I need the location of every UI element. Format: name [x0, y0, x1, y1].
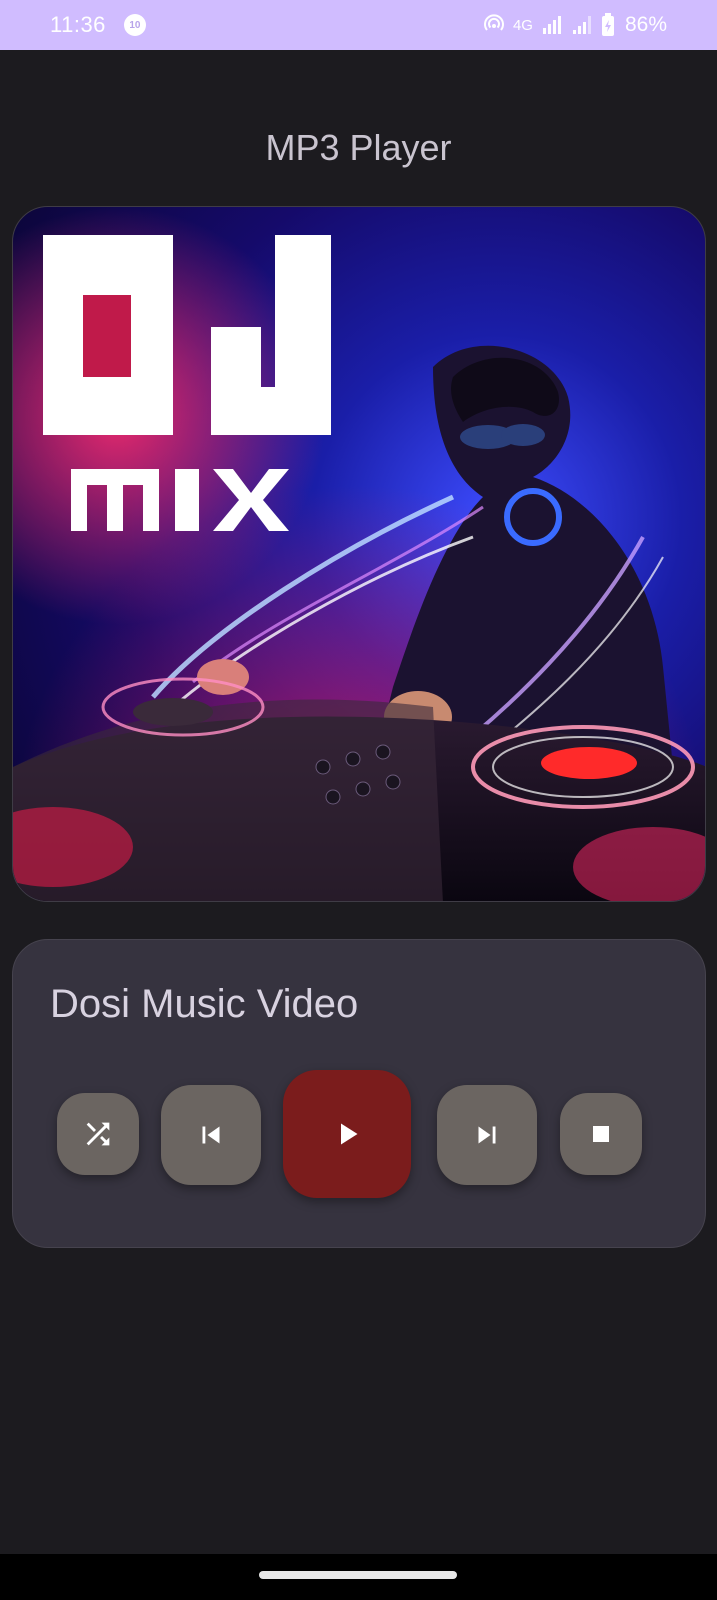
battery-percentage: 86% — [624, 13, 667, 36]
player-card: Dosi Music Video — [12, 939, 706, 1248]
status-time: 11:36 — [50, 12, 106, 37]
track-title: Dosi Music Video — [50, 982, 359, 1026]
notification-badge: 10 — [123, 14, 146, 36]
album-art — [12, 206, 706, 902]
navigation-bar — [0, 1554, 717, 1600]
shuffle-icon — [86, 1122, 110, 1146]
dj-mix-cover-image — [13, 207, 705, 901]
skip-next-icon — [478, 1126, 496, 1144]
stop-icon — [593, 1126, 609, 1142]
shuffle-button[interactable] — [57, 1093, 139, 1175]
home-gesture-handle[interactable] — [259, 1571, 457, 1579]
next-button[interactable] — [437, 1085, 537, 1185]
previous-button[interactable] — [161, 1085, 261, 1185]
hotspot-icon — [483, 14, 505, 36]
network-type: 4G — [512, 16, 533, 34]
signal-icon-2 — [571, 14, 593, 36]
skip-previous-icon — [202, 1126, 220, 1144]
status-bar: 11:36 10 4G 86% — [0, 0, 717, 50]
stop-button[interactable] — [560, 1093, 642, 1175]
page-title: MP3 Player — [265, 127, 452, 168]
play-icon — [341, 1123, 358, 1145]
battery-icon — [601, 13, 615, 37]
play-button[interactable] — [283, 1070, 411, 1198]
signal-icon-1 — [541, 14, 563, 36]
